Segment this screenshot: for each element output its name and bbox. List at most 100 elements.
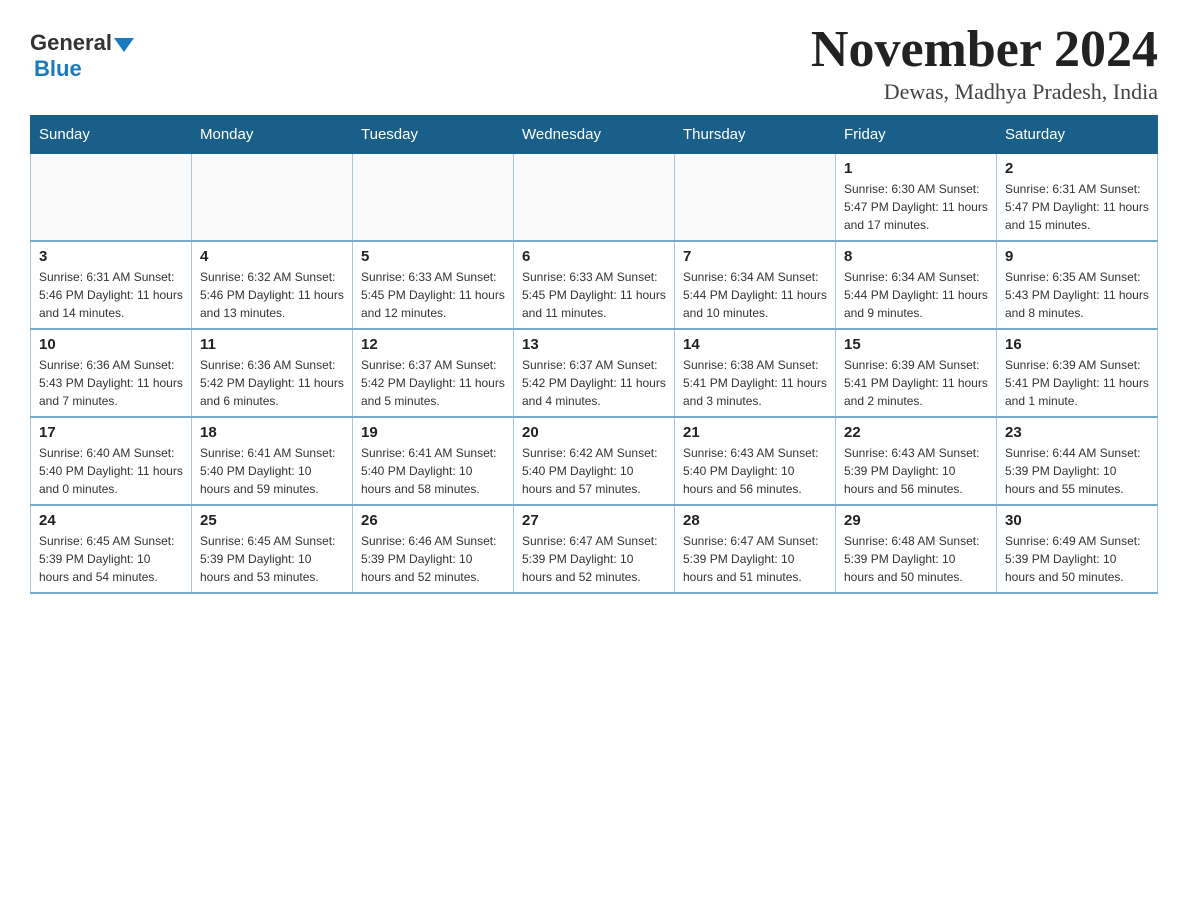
- calendar-cell: 21 Sunrise: 6:43 AM Sunset: 5:40 PM Dayli…: [675, 417, 836, 505]
- day-headers-row: SundayMondayTuesdayWednesdayThursdayFrid…: [31, 116, 1158, 154]
- day-info: Sunrise: 6:32 AM Sunset: 5:46 PM Dayligh…: [200, 268, 344, 322]
- calendar-body: 1 Sunrise: 6:30 AM Sunset: 5:47 PM Daylig…: [31, 154, 1158, 594]
- week-row-3: 10 Sunrise: 6:36 AM Sunset: 5:43 PM Dayli…: [31, 329, 1158, 417]
- day-info: Sunrise: 6:45 AM Sunset: 5:39 PM Dayligh…: [39, 532, 183, 586]
- day-header-thursday: Thursday: [675, 116, 836, 154]
- day-info: Sunrise: 6:40 AM Sunset: 5:40 PM Dayligh…: [39, 444, 183, 498]
- calendar-cell: 22 Sunrise: 6:43 AM Sunset: 5:39 PM Dayli…: [836, 417, 997, 505]
- day-info: Sunrise: 6:43 AM Sunset: 5:40 PM Dayligh…: [683, 444, 827, 498]
- day-number: 4: [200, 248, 344, 265]
- day-number: 20: [522, 424, 666, 441]
- day-info: Sunrise: 6:37 AM Sunset: 5:42 PM Dayligh…: [361, 356, 505, 410]
- day-number: 28: [683, 512, 827, 529]
- calendar-cell: 25 Sunrise: 6:45 AM Sunset: 5:39 PM Dayli…: [192, 505, 353, 593]
- day-number: 16: [1005, 336, 1149, 353]
- week-row-5: 24Sunrise: 6:45 AM Sunset: 5:39 PM Dayli…: [31, 505, 1158, 593]
- day-info: Sunrise: 6:30 AM Sunset: 5:47 PM Dayligh…: [844, 180, 988, 234]
- day-number: 9: [1005, 248, 1149, 265]
- page-header: General Blue November 2024 Dewas, Madhya…: [30, 20, 1158, 105]
- calendar-cell: 23Sunrise: 6:44 AM Sunset: 5:39 PM Dayli…: [997, 417, 1158, 505]
- day-header-friday: Friday: [836, 116, 997, 154]
- day-number: 23: [1005, 424, 1149, 441]
- calendar-cell: 15Sunrise: 6:39 AM Sunset: 5:41 PM Dayli…: [836, 329, 997, 417]
- week-row-2: 3Sunrise: 6:31 AM Sunset: 5:46 PM Daylig…: [31, 241, 1158, 329]
- day-number: 26: [361, 512, 505, 529]
- calendar-header: SundayMondayTuesdayWednesdayThursdayFrid…: [31, 116, 1158, 154]
- day-info: Sunrise: 6:47 AM Sunset: 5:39 PM Dayligh…: [683, 532, 827, 586]
- day-number: 6: [522, 248, 666, 265]
- logo-text: General: [30, 30, 134, 56]
- day-number: 18: [200, 424, 344, 441]
- calendar-cell: 8Sunrise: 6:34 AM Sunset: 5:44 PM Daylig…: [836, 241, 997, 329]
- calendar-cell: 3Sunrise: 6:31 AM Sunset: 5:46 PM Daylig…: [31, 241, 192, 329]
- calendar-cell: 29 Sunrise: 6:48 AM Sunset: 5:39 PM Dayli…: [836, 505, 997, 593]
- day-header-sunday: Sunday: [31, 116, 192, 154]
- day-number: 17: [39, 424, 183, 441]
- logo-triangle-icon: [114, 38, 134, 52]
- day-number: 2: [1005, 160, 1149, 177]
- calendar-cell: 1 Sunrise: 6:30 AM Sunset: 5:47 PM Daylig…: [836, 154, 997, 242]
- day-number: 12: [361, 336, 505, 353]
- day-number: 27: [522, 512, 666, 529]
- day-info: Sunrise: 6:43 AM Sunset: 5:39 PM Dayligh…: [844, 444, 988, 498]
- day-header-monday: Monday: [192, 116, 353, 154]
- day-info: Sunrise: 6:47 AM Sunset: 5:39 PM Dayligh…: [522, 532, 666, 586]
- day-number: 22: [844, 424, 988, 441]
- title-block: November 2024 Dewas, Madhya Pradesh, Ind…: [811, 20, 1158, 105]
- calendar-cell: 14 Sunrise: 6:38 AM Sunset: 5:41 PM Dayli…: [675, 329, 836, 417]
- day-info: Sunrise: 6:41 AM Sunset: 5:40 PM Dayligh…: [200, 444, 344, 498]
- calendar-cell: 18 Sunrise: 6:41 AM Sunset: 5:40 PM Dayli…: [192, 417, 353, 505]
- page-subtitle: Dewas, Madhya Pradesh, India: [811, 79, 1158, 105]
- day-info: Sunrise: 6:35 AM Sunset: 5:43 PM Dayligh…: [1005, 268, 1149, 322]
- calendar-cell: 30Sunrise: 6:49 AM Sunset: 5:39 PM Dayli…: [997, 505, 1158, 593]
- week-row-1: 1 Sunrise: 6:30 AM Sunset: 5:47 PM Daylig…: [31, 154, 1158, 242]
- day-number: 1: [844, 160, 988, 177]
- calendar-cell: [192, 154, 353, 242]
- day-info: Sunrise: 6:34 AM Sunset: 5:44 PM Dayligh…: [683, 268, 827, 322]
- day-info: Sunrise: 6:31 AM Sunset: 5:46 PM Dayligh…: [39, 268, 183, 322]
- day-number: 7: [683, 248, 827, 265]
- day-info: Sunrise: 6:48 AM Sunset: 5:39 PM Dayligh…: [844, 532, 988, 586]
- calendar-cell: 2 Sunrise: 6:31 AM Sunset: 5:47 PM Daylig…: [997, 154, 1158, 242]
- day-number: 19: [361, 424, 505, 441]
- day-info: Sunrise: 6:31 AM Sunset: 5:47 PM Dayligh…: [1005, 180, 1149, 234]
- day-header-saturday: Saturday: [997, 116, 1158, 154]
- day-number: 10: [39, 336, 183, 353]
- calendar-cell: 17 Sunrise: 6:40 AM Sunset: 5:40 PM Dayli…: [31, 417, 192, 505]
- calendar-cell: 13Sunrise: 6:37 AM Sunset: 5:42 PM Dayli…: [514, 329, 675, 417]
- day-info: Sunrise: 6:39 AM Sunset: 5:41 PM Dayligh…: [1005, 356, 1149, 410]
- day-number: 21: [683, 424, 827, 441]
- calendar-cell: 24Sunrise: 6:45 AM Sunset: 5:39 PM Dayli…: [31, 505, 192, 593]
- calendar-table: SundayMondayTuesdayWednesdayThursdayFrid…: [30, 115, 1158, 594]
- day-info: Sunrise: 6:46 AM Sunset: 5:39 PM Dayligh…: [361, 532, 505, 586]
- calendar-cell: 9 Sunrise: 6:35 AM Sunset: 5:43 PM Daylig…: [997, 241, 1158, 329]
- day-number: 13: [522, 336, 666, 353]
- calendar-cell: 5Sunrise: 6:33 AM Sunset: 5:45 PM Daylig…: [353, 241, 514, 329]
- calendar-cell: 28 Sunrise: 6:47 AM Sunset: 5:39 PM Dayli…: [675, 505, 836, 593]
- calendar-cell: 11Sunrise: 6:36 AM Sunset: 5:42 PM Dayli…: [192, 329, 353, 417]
- day-info: Sunrise: 6:49 AM Sunset: 5:39 PM Dayligh…: [1005, 532, 1149, 586]
- day-info: Sunrise: 6:36 AM Sunset: 5:43 PM Dayligh…: [39, 356, 183, 410]
- day-header-wednesday: Wednesday: [514, 116, 675, 154]
- day-info: Sunrise: 6:45 AM Sunset: 5:39 PM Dayligh…: [200, 532, 344, 586]
- calendar-cell: 7 Sunrise: 6:34 AM Sunset: 5:44 PM Daylig…: [675, 241, 836, 329]
- day-number: 25: [200, 512, 344, 529]
- calendar-cell: 27 Sunrise: 6:47 AM Sunset: 5:39 PM Dayli…: [514, 505, 675, 593]
- day-number: 11: [200, 336, 344, 353]
- day-info: Sunrise: 6:39 AM Sunset: 5:41 PM Dayligh…: [844, 356, 988, 410]
- day-info: Sunrise: 6:42 AM Sunset: 5:40 PM Dayligh…: [522, 444, 666, 498]
- day-info: Sunrise: 6:38 AM Sunset: 5:41 PM Dayligh…: [683, 356, 827, 410]
- logo-general: General: [30, 30, 112, 56]
- day-number: 5: [361, 248, 505, 265]
- day-info: Sunrise: 6:33 AM Sunset: 5:45 PM Dayligh…: [522, 268, 666, 322]
- calendar-cell: [31, 154, 192, 242]
- calendar-cell: 26 Sunrise: 6:46 AM Sunset: 5:39 PM Dayli…: [353, 505, 514, 593]
- day-info: Sunrise: 6:34 AM Sunset: 5:44 PM Dayligh…: [844, 268, 988, 322]
- day-number: 14: [683, 336, 827, 353]
- week-row-4: 17 Sunrise: 6:40 AM Sunset: 5:40 PM Dayli…: [31, 417, 1158, 505]
- logo: General Blue: [30, 30, 134, 82]
- calendar-cell: 20 Sunrise: 6:42 AM Sunset: 5:40 PM Dayli…: [514, 417, 675, 505]
- calendar-cell: 6 Sunrise: 6:33 AM Sunset: 5:45 PM Daylig…: [514, 241, 675, 329]
- day-number: 29: [844, 512, 988, 529]
- calendar-cell: [514, 154, 675, 242]
